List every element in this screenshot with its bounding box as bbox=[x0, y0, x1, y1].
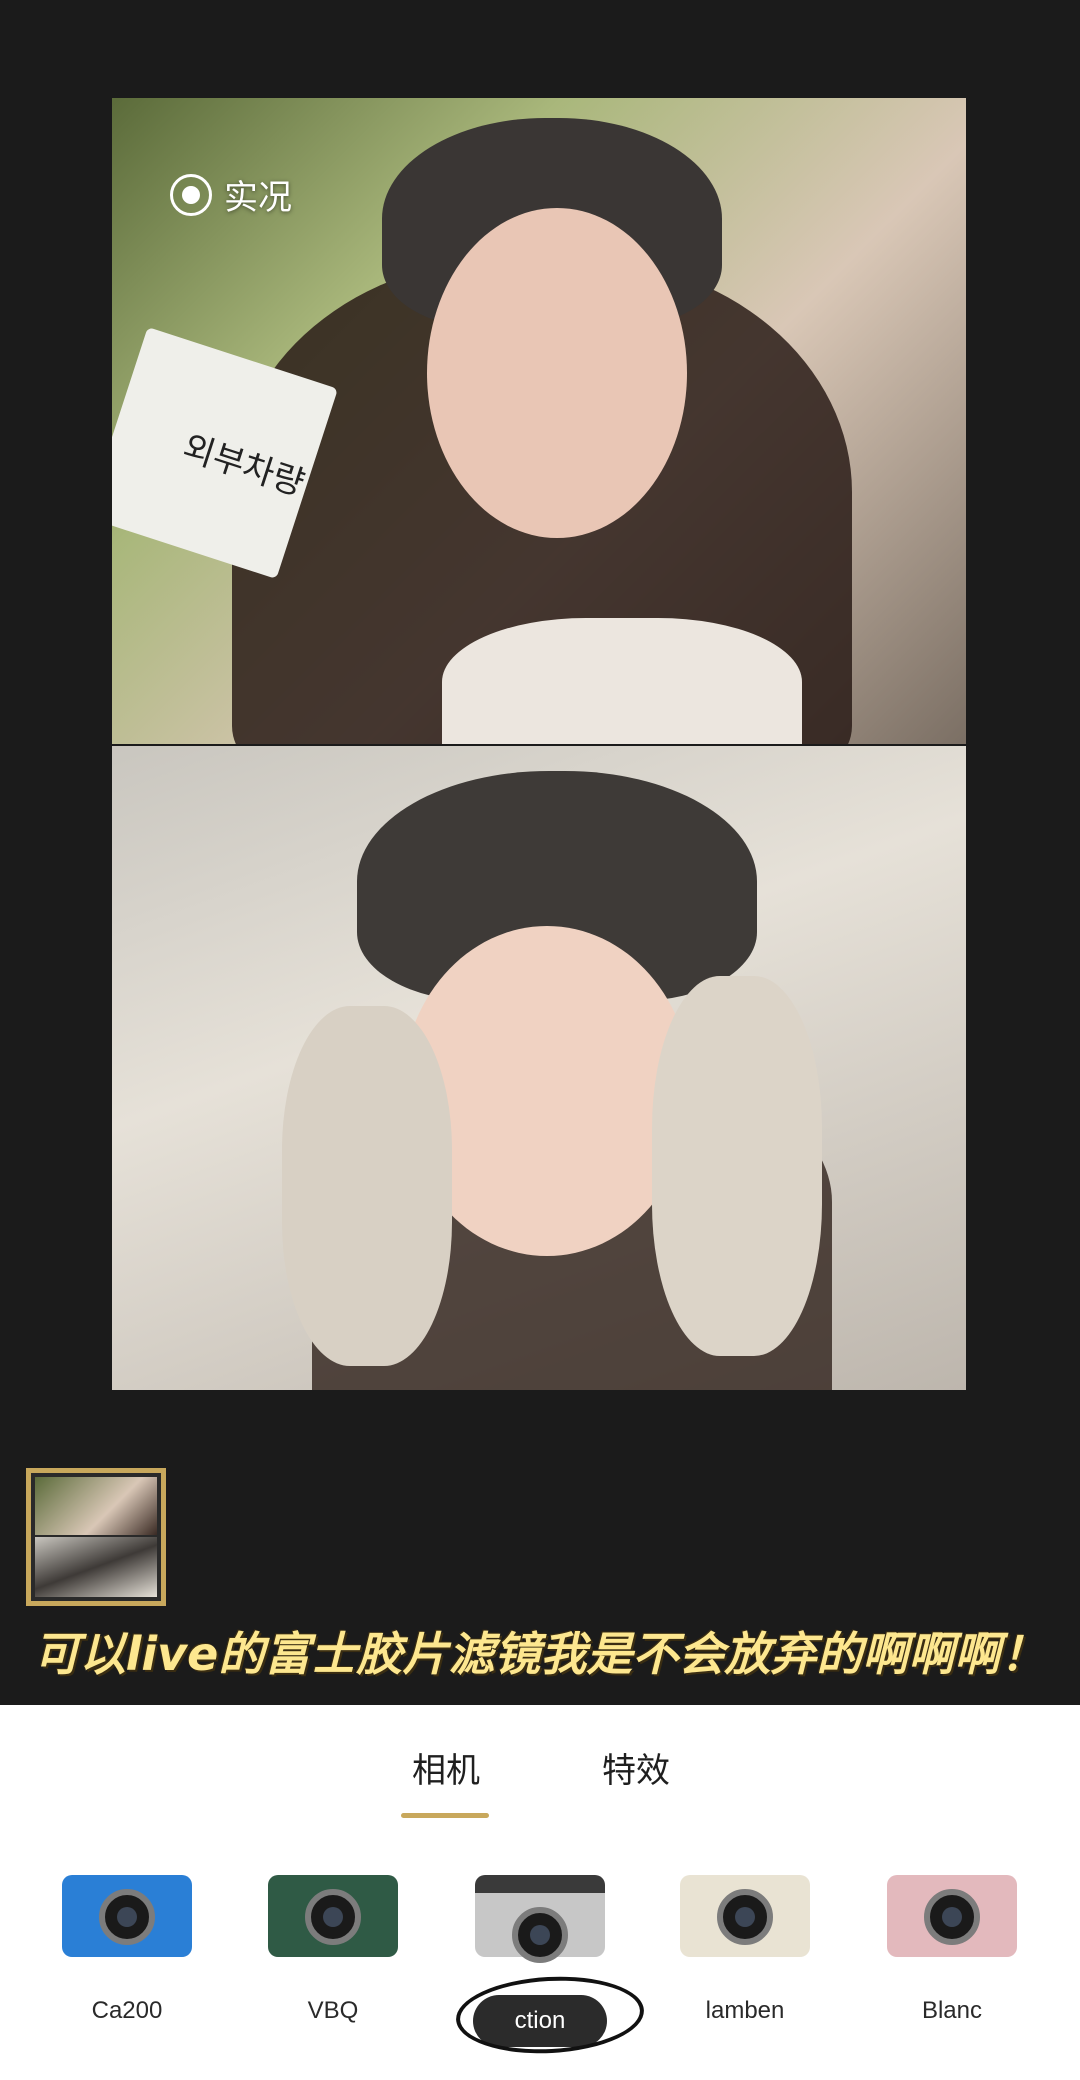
lens-icon bbox=[512, 1907, 568, 1963]
tab-effects[interactable]: 特效 bbox=[602, 1743, 670, 1792]
camera-filter-ca200[interactable]: Ca200 bbox=[42, 1875, 212, 2025]
camera-filter-blanc[interactable]: Blanc bbox=[867, 1875, 1037, 2025]
photo-preview-area: 외부차량 实况 可以live的富士胶片滤镜我是不会放弃的啊啊啊！ bbox=[0, 0, 1080, 1705]
camera-filter-label: Ca200 bbox=[91, 1997, 163, 2024]
live-photo-toggle[interactable]: 实况 bbox=[170, 170, 292, 219]
subject-glove-left bbox=[282, 1006, 452, 1366]
caption-overlay: 可以live的富士胶片滤镜我是不会放弃的啊啊啊！ bbox=[33, 1627, 1047, 1681]
thumbnail-bottom bbox=[35, 1537, 157, 1597]
photo-bottom[interactable] bbox=[112, 746, 966, 1390]
lens-icon bbox=[99, 1889, 155, 1945]
photo-thumbnail[interactable] bbox=[26, 1468, 166, 1606]
lens-icon bbox=[717, 1889, 773, 1945]
live-photo-icon bbox=[170, 173, 212, 216]
lens-icon bbox=[924, 1889, 980, 1945]
live-photo-label: 实况 bbox=[224, 179, 292, 217]
subject-glove-right bbox=[652, 976, 822, 1356]
camera-filter-label: VBQ bbox=[307, 1997, 359, 2024]
filter-editor-screen: 외부차량 实况 可以live的富士胶片滤镜我是不会放弃的啊啊啊！ 相机 特效 C… bbox=[0, 0, 1080, 2080]
thumbnail-top bbox=[35, 1477, 157, 1535]
subject-face bbox=[427, 208, 687, 538]
camera-icon bbox=[680, 1875, 810, 1957]
camera-icon bbox=[62, 1875, 192, 1957]
subject-shirt bbox=[442, 618, 802, 744]
camera-icon bbox=[268, 1875, 398, 1957]
camera-filter-label: Blanc bbox=[921, 1997, 983, 2024]
tab-camera[interactable]: 相机 bbox=[412, 1743, 480, 1792]
camera-icon bbox=[475, 1875, 605, 1963]
lens-icon bbox=[305, 1889, 361, 1945]
camera-filter-lamben[interactable]: lamben bbox=[660, 1875, 830, 2025]
camera-icon bbox=[887, 1875, 1017, 1957]
camera-filter-vbq[interactable]: VBQ bbox=[248, 1875, 418, 2025]
camera-filter-label: lamben bbox=[705, 1997, 785, 2024]
tab-selected-indicator bbox=[401, 1813, 489, 1818]
category-tabs: 相机 特效 bbox=[0, 1743, 1080, 1818]
